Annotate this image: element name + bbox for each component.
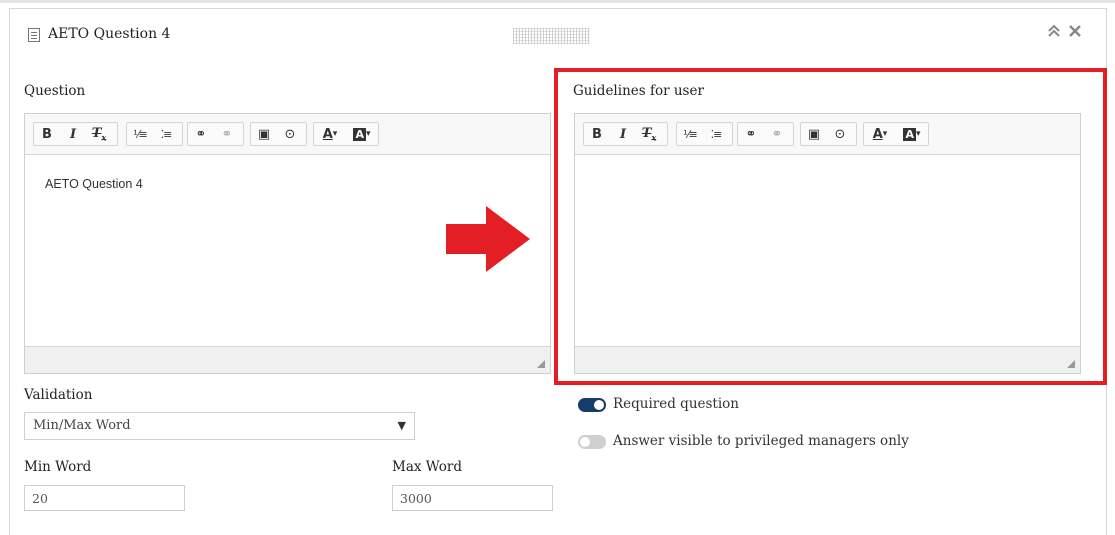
italic-button[interactable]: I	[60, 123, 86, 145]
collapse-icon[interactable]	[1047, 23, 1061, 43]
format-group: B I Tx	[33, 122, 118, 146]
remove-format-button[interactable]: Tx	[86, 123, 112, 145]
numbered-list-button[interactable]: ⅟≡	[127, 123, 153, 145]
red-arrow-icon	[446, 206, 530, 272]
unlink-icon: ⚭	[221, 126, 233, 142]
required-toggle[interactable]	[578, 398, 606, 412]
text-color-button[interactable]: A ▾	[314, 123, 346, 145]
max-word-label: Max Word	[392, 459, 462, 475]
highlight-box	[554, 68, 1107, 385]
image-icon: ▣	[257, 126, 271, 142]
privileged-label: Answer visible to privileged managers on…	[613, 433, 909, 449]
validation-label: Validation	[24, 387, 93, 403]
text-color-icon: A	[322, 126, 333, 142]
unlink-button[interactable]: ⚭	[214, 123, 240, 145]
panel-title: AETO Question 4	[48, 26, 171, 42]
min-word-input[interactable]: 20	[24, 485, 185, 511]
max-word-input[interactable]: 3000	[392, 485, 553, 511]
bulleted-list-button[interactable]: ⁚≡	[153, 123, 179, 145]
play-circle-icon: ⊙	[284, 126, 296, 142]
list-group: ⅟≡ ⁚≡	[126, 122, 183, 146]
link-icon: ⚭	[195, 126, 207, 142]
bg-color-icon: A	[353, 127, 366, 141]
min-word-label: Min Word	[24, 459, 92, 475]
bold-button[interactable]: B	[34, 123, 60, 145]
media-button[interactable]: ⊙	[277, 123, 303, 145]
question-editor-footer	[25, 346, 550, 373]
link-button[interactable]: ⚭	[188, 123, 214, 145]
color-group: A ▾ A ▾	[313, 122, 379, 146]
validation-select[interactable]: Min/Max Word ▼	[24, 412, 415, 440]
media-group: ▣ ⊙	[250, 122, 307, 146]
question-label: Question	[24, 83, 86, 99]
image-button[interactable]: ▣	[251, 123, 277, 145]
validation-selected: Min/Max Word	[33, 418, 131, 433]
question-toolbar: B I Tx ⅟≡ ⁚≡ ⚭ ⚭ ▣ ⊙ A ▾ A ▾	[25, 114, 550, 155]
chevron-down-icon: ▼	[397, 419, 406, 432]
document-icon	[28, 28, 40, 42]
drag-handle[interactable]	[513, 28, 590, 44]
resize-grip-icon[interactable]	[537, 360, 545, 368]
close-icon[interactable]	[1068, 23, 1082, 43]
numbered-list-icon: ⅟≡	[133, 127, 148, 141]
required-label: Required question	[613, 396, 740, 412]
remove-format-icon: Tx	[91, 125, 107, 143]
bg-color-button[interactable]: A ▾	[346, 123, 378, 145]
privileged-toggle[interactable]	[578, 435, 606, 449]
link-group: ⚭ ⚭	[187, 122, 244, 146]
top-divider	[0, 0, 1115, 3]
bulleted-list-icon: ⁚≡	[160, 127, 173, 141]
